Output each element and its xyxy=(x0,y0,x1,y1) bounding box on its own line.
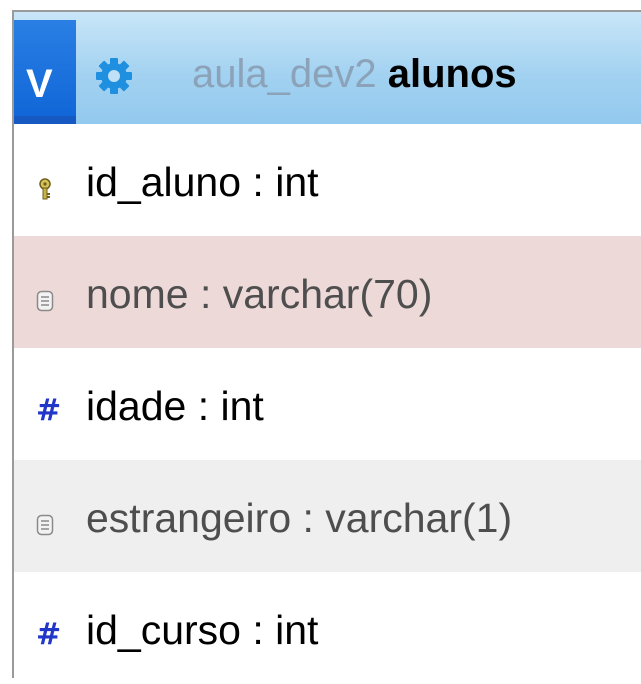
column-row-id-curso[interactable]: # id_curso : int xyxy=(14,572,641,684)
column-row-estrangeiro[interactable]: estrangeiro : varchar(1) xyxy=(14,460,641,572)
numeric-field-icon: # xyxy=(36,393,62,428)
primary-key-icon xyxy=(39,178,51,200)
table-designer-box: V aula_dev2 alunos id_aluno: int nome:… xyxy=(12,10,641,684)
table-header[interactable]: V aula_dev2 alunos xyxy=(14,12,641,124)
toggle-label: V xyxy=(26,62,53,106)
text-field-icon xyxy=(36,514,54,536)
column-row-idade[interactable]: # idade : int xyxy=(14,348,641,460)
numeric-field-icon: # xyxy=(36,617,62,652)
column-label: id_curso : int xyxy=(86,607,319,653)
text-field-icon xyxy=(36,290,54,312)
gear-icon[interactable] xyxy=(94,56,134,96)
column-label: idade : int xyxy=(86,383,264,429)
column-label: nome : varchar(70) xyxy=(86,271,433,317)
column-label: estrangeiro : varchar(1) xyxy=(86,495,513,541)
column-row-nome[interactable]: nome : varchar(70) xyxy=(14,236,641,348)
database-name: aula_dev2 xyxy=(192,52,377,96)
toggle-underline xyxy=(14,116,76,124)
toggle-columns-button[interactable]: V xyxy=(14,20,76,124)
column-label: id_aluno : int xyxy=(86,159,319,205)
column-row-id-aluno[interactable]: id_aluno : int xyxy=(14,124,641,236)
table-title[interactable]: aula_dev2 alunos xyxy=(192,50,517,98)
table-name: alunos xyxy=(387,52,517,96)
